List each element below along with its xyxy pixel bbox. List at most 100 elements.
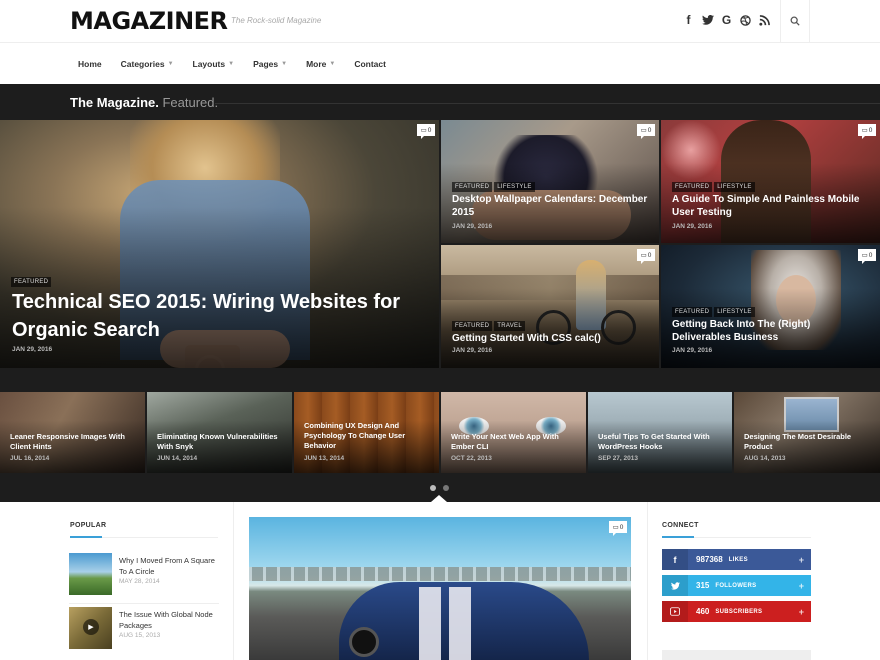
- nav-item-categories[interactable]: Categories ▼: [121, 59, 174, 69]
- post-title[interactable]: Leaner Responsive Images With Client Hin…: [10, 432, 140, 452]
- nav-item-contact[interactable]: Contact: [354, 59, 386, 69]
- comment-count[interactable]: ▭ 0: [637, 124, 655, 139]
- post-title[interactable]: Combining UX Design And Psychology To Ch…: [304, 421, 434, 451]
- popular-item[interactable]: ▶ The Issue With Global Node Packages AU…: [69, 607, 219, 652]
- post-date: JUN 13, 2014: [304, 455, 345, 462]
- play-icon: ▶: [83, 619, 99, 635]
- site-tagline: The Rock-solid Magazine: [231, 16, 322, 25]
- featured-post[interactable]: ▭ 0 FEATURED LIFESTYLE Desktop Wallpaper …: [441, 120, 659, 243]
- popular-heading: POPULAR: [70, 522, 107, 529]
- featured-post-main[interactable]: ▭ 0 FEATURED Technical SEO 2015: Wiring W…: [0, 120, 439, 368]
- post-title[interactable]: Useful Tips To Get Started With WordPres…: [598, 432, 728, 452]
- category-tag[interactable]: FEATURED: [11, 277, 52, 287]
- post-date: JUL 16, 2014: [10, 455, 50, 462]
- twitter-icon: [662, 575, 688, 596]
- rss-icon[interactable]: [758, 13, 771, 27]
- comment-count[interactable]: ▭ 0: [858, 124, 876, 139]
- category-tag[interactable]: FEATURED: [672, 182, 713, 192]
- post-categories: FEATURED LIFESTYLE: [672, 182, 755, 192]
- site-header: MAGAZINER The Rock-solid Magazine f G: [0, 0, 880, 42]
- category-tag[interactable]: FEATURED: [452, 321, 493, 331]
- youtube-subscribers-button[interactable]: 460 SUBSCRIBERS +: [662, 601, 811, 622]
- post-date: JUN 14, 2014: [157, 455, 198, 462]
- search-button[interactable]: [780, 0, 810, 42]
- comment-icon: ▭: [612, 524, 619, 531]
- post-date: JAN 29, 2016: [672, 223, 713, 230]
- post-date: AUG 14, 2013: [744, 455, 786, 462]
- post-date: AUG 15, 2013: [119, 632, 161, 639]
- carousel-post[interactable]: Leaner Responsive Images With Client Hin…: [0, 392, 145, 473]
- category-tag[interactable]: FEATURED: [452, 182, 493, 192]
- post-date: JAN 29, 2016: [12, 346, 53, 353]
- youtube-icon: [662, 601, 688, 622]
- carousel-post[interactable]: Write Your Next Web App With Ember CLI O…: [441, 392, 586, 473]
- post-thumbnail: ▶: [69, 607, 112, 649]
- search-icon: [790, 16, 800, 26]
- post-title[interactable]: Write Your Next Web App With Ember CLI: [451, 432, 581, 452]
- popular-item[interactable]: Why I Moved From A Square To A Circle MA…: [69, 553, 219, 598]
- post-title[interactable]: Technical SEO 2015: Wiring Websites for …: [12, 288, 422, 344]
- main-post-image[interactable]: ▭ 0: [249, 517, 631, 660]
- post-date: JAN 29, 2016: [452, 347, 493, 354]
- carousel-post[interactable]: Eliminating Known Vulnerabilities With S…: [147, 392, 292, 473]
- comment-count[interactable]: ▭ 0: [609, 521, 627, 536]
- facebook-likes-button[interactable]: f 987368 LIKES +: [662, 549, 811, 570]
- carousel-pagination: [430, 485, 449, 491]
- category-tag[interactable]: LIFESTYLE: [714, 182, 755, 192]
- nav-item-layouts[interactable]: Layouts ▼: [193, 59, 235, 69]
- chevron-down-icon: ▼: [281, 61, 288, 67]
- post-categories: FEATURED: [11, 277, 52, 287]
- chevron-down-icon: ▼: [228, 61, 235, 67]
- comment-count[interactable]: ▭ 0: [858, 249, 876, 264]
- nav-item-more[interactable]: More ▼: [306, 59, 335, 69]
- carousel-post[interactable]: Combining UX Design And Psychology To Ch…: [294, 392, 439, 473]
- featured-post[interactable]: ▭ 0 FEATURED LIFESTYLE A Guide To Simple …: [661, 120, 880, 243]
- featured-post[interactable]: ▭ 0 FEATURED LIFESTYLE Getting Back Into …: [661, 245, 880, 368]
- social-links: f G: [682, 13, 771, 27]
- carousel-post[interactable]: Designing The Most Desirable Product AUG…: [734, 392, 880, 473]
- post-title[interactable]: The Issue With Global Node Packages: [119, 609, 219, 631]
- carousel-post[interactable]: Useful Tips To Get Started With WordPres…: [588, 392, 732, 473]
- post-title[interactable]: Getting Back Into The (Right) Deliverabl…: [672, 318, 872, 344]
- google-icon[interactable]: G: [720, 13, 733, 27]
- chevron-down-icon: ▼: [329, 61, 336, 67]
- post-categories: FEATURED TRAVEL: [452, 321, 525, 331]
- comment-icon: ▭: [640, 252, 647, 259]
- post-title[interactable]: Why I Moved From A Square To A Circle: [119, 555, 219, 577]
- plus-icon: +: [798, 554, 804, 565]
- nav-item-home[interactable]: Home: [78, 59, 102, 69]
- comment-icon: ▭: [640, 127, 647, 134]
- plus-icon: +: [798, 580, 804, 591]
- post-title[interactable]: Eliminating Known Vulnerabilities With S…: [157, 432, 287, 452]
- post-date: JAN 29, 2016: [452, 223, 493, 230]
- post-title[interactable]: Getting Started With CSS calc(): [452, 332, 652, 345]
- carousel-dot[interactable]: [443, 485, 449, 491]
- post-thumbnail: [69, 553, 112, 595]
- nav-item-pages[interactable]: Pages ▼: [253, 59, 287, 69]
- comment-count[interactable]: ▭ 0: [637, 249, 655, 264]
- featured-heading: The Magazine. Featured.: [70, 95, 219, 110]
- category-tag[interactable]: LIFESTYLE: [714, 307, 755, 317]
- post-title[interactable]: Designing The Most Desirable Product: [744, 432, 874, 452]
- twitter-icon[interactable]: [701, 13, 714, 27]
- comment-icon: ▭: [861, 252, 868, 259]
- category-tag[interactable]: FEATURED: [672, 307, 713, 317]
- divider: [215, 103, 880, 104]
- plus-icon: +: [798, 606, 804, 617]
- comment-count[interactable]: ▭ 0: [417, 124, 435, 139]
- carousel-dot[interactable]: [430, 485, 436, 491]
- category-tag[interactable]: LIFESTYLE: [494, 182, 535, 192]
- post-date: OCT 22, 2013: [451, 455, 492, 462]
- post-date: MAY 28, 2014: [119, 578, 160, 585]
- post-date: SEP 27, 2013: [598, 455, 638, 462]
- featured-post[interactable]: ▭ 0 FEATURED TRAVEL Getting Started With …: [441, 245, 659, 368]
- comment-icon: ▭: [420, 127, 427, 134]
- section-pointer: [431, 495, 447, 502]
- twitter-followers-button[interactable]: 315 FOLLOWERS +: [662, 575, 811, 596]
- facebook-icon[interactable]: f: [682, 13, 695, 27]
- category-tag[interactable]: TRAVEL: [494, 321, 525, 331]
- post-title[interactable]: Desktop Wallpaper Calendars: December 20…: [452, 193, 652, 219]
- dribbble-icon[interactable]: [739, 13, 752, 27]
- site-logo[interactable]: MAGAZINER: [70, 7, 228, 35]
- post-title[interactable]: A Guide To Simple And Painless Mobile Us…: [672, 193, 872, 219]
